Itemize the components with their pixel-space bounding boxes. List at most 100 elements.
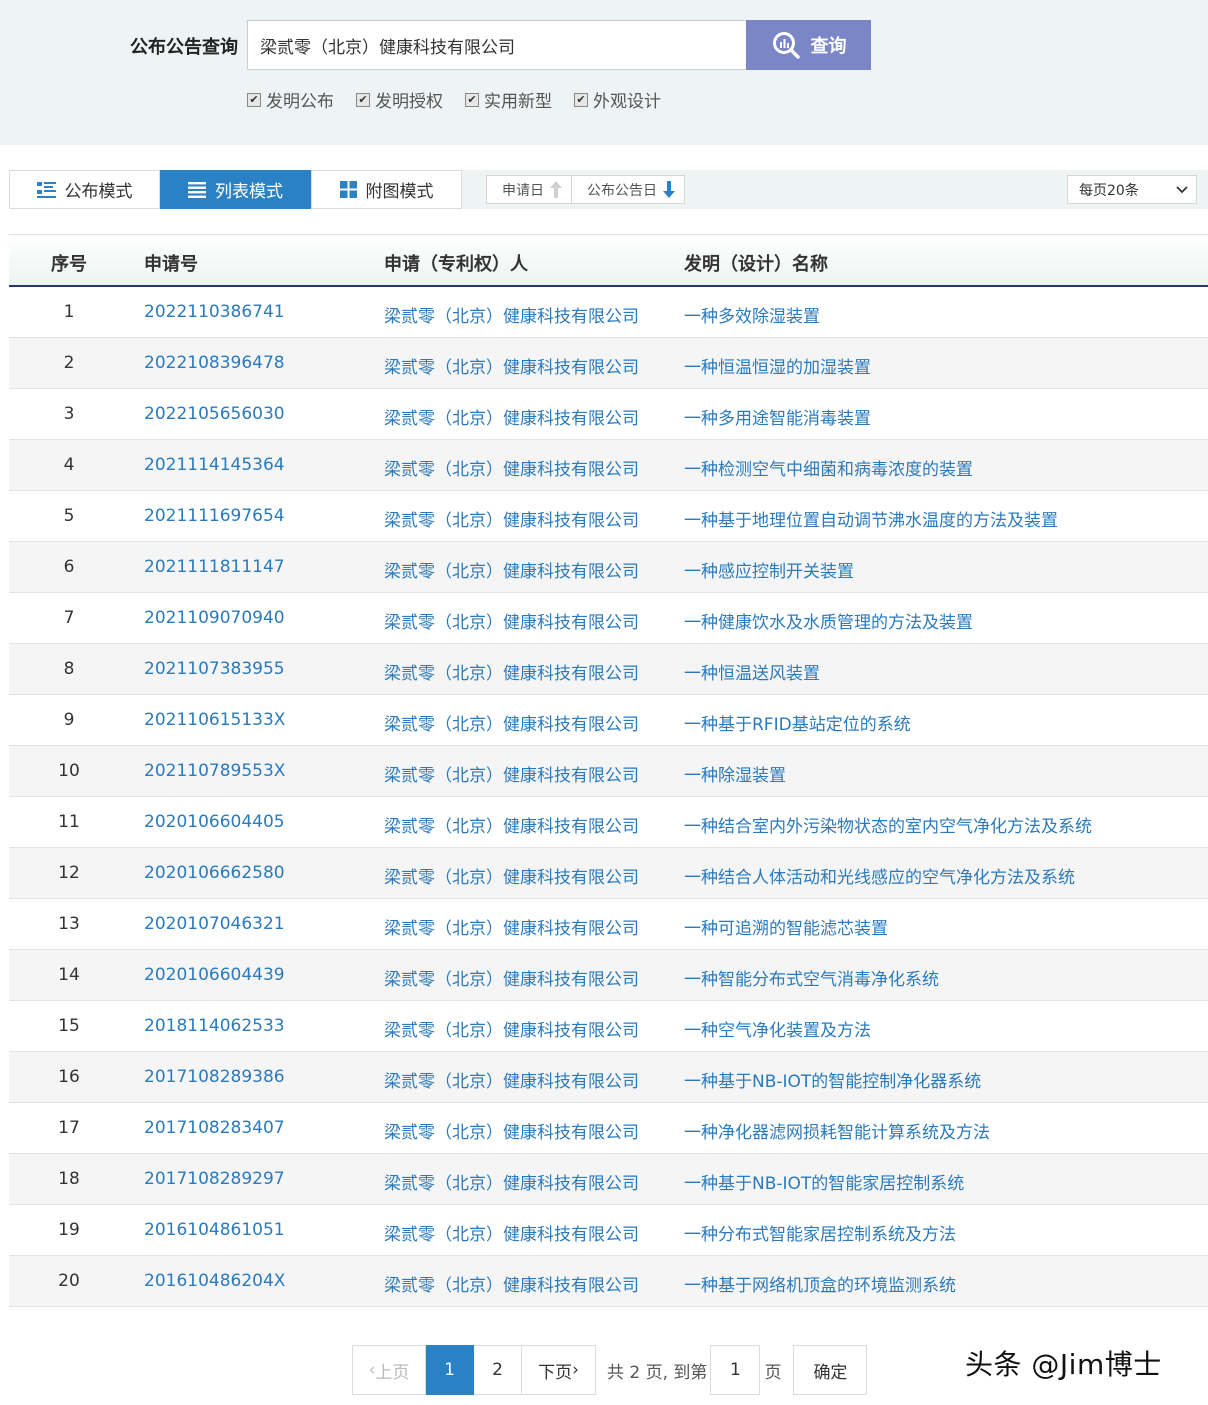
application-number-link[interactable]: 202110615133X — [144, 710, 285, 730]
search-button[interactable]: 查询 — [746, 20, 871, 70]
invention-name-link[interactable]: 一种健康饮水及水质管理的方法及装置 — [684, 608, 973, 633]
invention-name-link[interactable]: 一种恒温恒湿的加湿装置 — [684, 353, 871, 378]
table-row: 4 2021114145364 梁贰零（北京）健康科技有限公司 一种检测空气中细菌和病… — [9, 440, 1208, 491]
applicant-link[interactable]: 梁贰零（北京）健康科技有限公司 — [384, 863, 639, 888]
applicant-link[interactable]: 梁贰零（北京）健康科技有限公司 — [384, 353, 639, 378]
application-number-link[interactable]: 2021111697654 — [144, 506, 285, 526]
invention-name-link[interactable]: 一种结合人体活动和光线感应的空气净化方法及系统 — [684, 863, 1075, 888]
filter-checkbox[interactable]: ✔ 外观设计 — [574, 87, 661, 112]
row-index: 4 — [63, 455, 75, 475]
checkbox-check-icon[interactable]: ✔ — [356, 92, 370, 107]
prev-page-button[interactable]: ‹ 上页 — [352, 1345, 426, 1395]
row-index: 15 — [58, 1016, 80, 1036]
invention-name-link[interactable]: 一种分布式智能家居控制系统及方法 — [684, 1220, 956, 1245]
applicant-link[interactable]: 梁贰零（北京）健康科技有限公司 — [384, 557, 639, 582]
invention-name-link[interactable]: 一种多用途智能消毒装置 — [684, 404, 871, 429]
applicant-link[interactable]: 梁贰零（北京）健康科技有限公司 — [384, 761, 639, 786]
applicant-link[interactable]: 梁贰零（北京）健康科技有限公司 — [384, 1220, 639, 1245]
applicant-link[interactable]: 梁贰零（北京）健康科技有限公司 — [384, 710, 639, 735]
tab-publication-mode[interactable]: 公布模式 — [9, 170, 160, 209]
invention-name-link[interactable]: 一种净化器滤网损耗智能计算系统及方法 — [684, 1118, 990, 1143]
invention-name-link[interactable]: 一种基于RFID基站定位的系统 — [684, 710, 911, 735]
application-number-link[interactable]: 2017108289297 — [144, 1169, 285, 1189]
invention-name-link[interactable]: 一种感应控制开关装置 — [684, 557, 854, 582]
invention-name-link[interactable]: 一种基于网络机顶盒的环境监测系统 — [684, 1271, 956, 1296]
goto-page-input[interactable] — [710, 1345, 761, 1395]
invention-name-link[interactable]: 一种空气净化装置及方法 — [684, 1016, 871, 1041]
invention-name-link[interactable]: 一种除湿装置 — [684, 761, 786, 786]
application-number-link[interactable]: 2020107046321 — [144, 914, 285, 934]
next-page-button[interactable]: 下页 › — [522, 1345, 596, 1395]
filter-checkbox[interactable]: ✔ 发明授权 — [356, 87, 443, 112]
applicant-link[interactable]: 梁贰零（北京）健康科技有限公司 — [384, 506, 639, 531]
sort-by-application-date[interactable]: 申请日 — [486, 175, 572, 204]
applicant-link[interactable]: 梁贰零（北京）健康科技有限公司 — [384, 608, 639, 633]
invention-name-link[interactable]: 一种基于NB-IOT的智能控制净化器系统 — [684, 1067, 981, 1092]
application-number-link[interactable]: 2021107383955 — [144, 659, 285, 679]
filter-checkbox[interactable]: ✔ 发明公布 — [247, 87, 334, 112]
next-page-label: 下页 — [538, 1362, 573, 1383]
applicant-link[interactable]: 梁贰零（北京）健康科技有限公司 — [384, 1016, 639, 1041]
applicant-link[interactable]: 梁贰零（北京）健康科技有限公司 — [384, 812, 639, 837]
invention-name-link[interactable]: 一种基于NB-IOT的智能家居控制系统 — [684, 1169, 964, 1194]
application-number-link[interactable]: 2018114062533 — [144, 1016, 285, 1036]
page-1-button[interactable]: 1 — [426, 1345, 474, 1395]
per-page-select[interactable]: 每页20条 — [1067, 175, 1197, 204]
invention-name-link[interactable]: 一种可追溯的智能滤芯装置 — [684, 914, 888, 939]
row-index: 16 — [58, 1067, 80, 1087]
application-number-link[interactable]: 2020106604405 — [144, 812, 285, 832]
page-suffix: 页 — [764, 1362, 782, 1383]
invention-name-link[interactable]: 一种多效除湿装置 — [684, 302, 820, 327]
tab-figure-mode[interactable]: 附图模式 — [311, 170, 462, 209]
applicant-link[interactable]: 梁贰零（北京）健康科技有限公司 — [384, 1169, 639, 1194]
application-number-link[interactable]: 2021109070940 — [144, 608, 285, 628]
applicant-link[interactable]: 梁贰零（北京）健康科技有限公司 — [384, 965, 639, 990]
row-index: 7 — [63, 608, 75, 628]
table-row: 16 2017108289386 梁贰零（北京）健康科技有限公司 一种基于NB-IOT… — [9, 1052, 1208, 1103]
row-index: 8 — [63, 659, 75, 679]
application-number-link[interactable]: 2022110386741 — [144, 302, 285, 322]
row-index: 10 — [58, 761, 80, 781]
applicant-link[interactable]: 梁贰零（北京）健康科技有限公司 — [384, 914, 639, 939]
checkbox-check-icon[interactable]: ✔ — [465, 92, 479, 107]
application-number-link[interactable]: 201610486204X — [144, 1271, 285, 1291]
filter-checkbox[interactable]: ✔ 实用新型 — [465, 87, 552, 112]
applicant-link[interactable]: 梁贰零（北京）健康科技有限公司 — [384, 455, 639, 480]
applicant-link[interactable]: 梁贰零（北京）健康科技有限公司 — [384, 302, 639, 327]
invention-name-link[interactable]: 一种结合室内外污染物状态的室内空气净化方法及系统 — [684, 812, 1092, 837]
application-number-link[interactable]: 2017108289386 — [144, 1067, 285, 1087]
application-number-link[interactable]: 2021114145364 — [144, 455, 285, 475]
invention-name-link[interactable]: 一种基于地理位置自动调节沸水温度的方法及装置 — [684, 506, 1058, 531]
results-table: 序号 申请号 申请（专利权）人 发明（设计）名称 1 2022110386741 梁… — [9, 234, 1208, 1307]
list-detail-icon — [36, 181, 56, 198]
goto-confirm-button[interactable]: 确定 — [793, 1345, 868, 1395]
row-index: 14 — [58, 965, 80, 985]
applicant-link[interactable]: 梁贰零（北京）健康科技有限公司 — [384, 1118, 639, 1143]
table-row: 10 202110789553X 梁贰零（北京）健康科技有限公司 一种除湿装置 — [9, 746, 1208, 797]
application-number-link[interactable]: 202110789553X — [144, 761, 285, 781]
applicant-link[interactable]: 梁贰零（北京）健康科技有限公司 — [384, 404, 639, 429]
search-input[interactable] — [247, 20, 747, 70]
application-number-link[interactable]: 2017108283407 — [144, 1118, 285, 1138]
applicant-link[interactable]: 梁贰零（北京）健康科技有限公司 — [384, 659, 639, 684]
application-number-link[interactable]: 2022105656030 — [144, 404, 285, 424]
invention-name-link[interactable]: 一种检测空气中细菌和病毒浓度的装置 — [684, 455, 973, 480]
sort-by-publication-date[interactable]: 公布公告日 — [572, 175, 685, 204]
application-number-link[interactable]: 2016104861051 — [144, 1220, 285, 1240]
tab-list-mode[interactable]: 列表模式 — [160, 170, 311, 209]
watermark: 头条 @Jim博士 — [965, 1348, 1162, 1381]
results-toolbar: 公布模式 列表模式 附图模式 申请日 公布公告日 每页20条 — [9, 170, 1208, 209]
applicant-link[interactable]: 梁贰零（北京）健康科技有限公司 — [384, 1067, 639, 1092]
checkbox-check-icon[interactable]: ✔ — [574, 92, 588, 107]
invention-name-link[interactable]: 一种智能分布式空气消毒净化系统 — [684, 965, 939, 990]
application-number-link[interactable]: 2020106662580 — [144, 863, 285, 883]
applicant-link[interactable]: 梁贰零（北京）健康科技有限公司 — [384, 1271, 639, 1296]
sort-controls: 申请日 公布公告日 — [486, 175, 685, 204]
invention-name-link[interactable]: 一种恒温送风装置 — [684, 659, 820, 684]
checkbox-check-icon[interactable]: ✔ — [247, 92, 261, 107]
chevron-down-icon — [1176, 185, 1188, 193]
application-number-link[interactable]: 2021111811147 — [144, 557, 285, 577]
application-number-link[interactable]: 2022108396478 — [144, 353, 285, 373]
page-2-button[interactable]: 2 — [474, 1345, 522, 1395]
application-number-link[interactable]: 2020106604439 — [144, 965, 285, 985]
